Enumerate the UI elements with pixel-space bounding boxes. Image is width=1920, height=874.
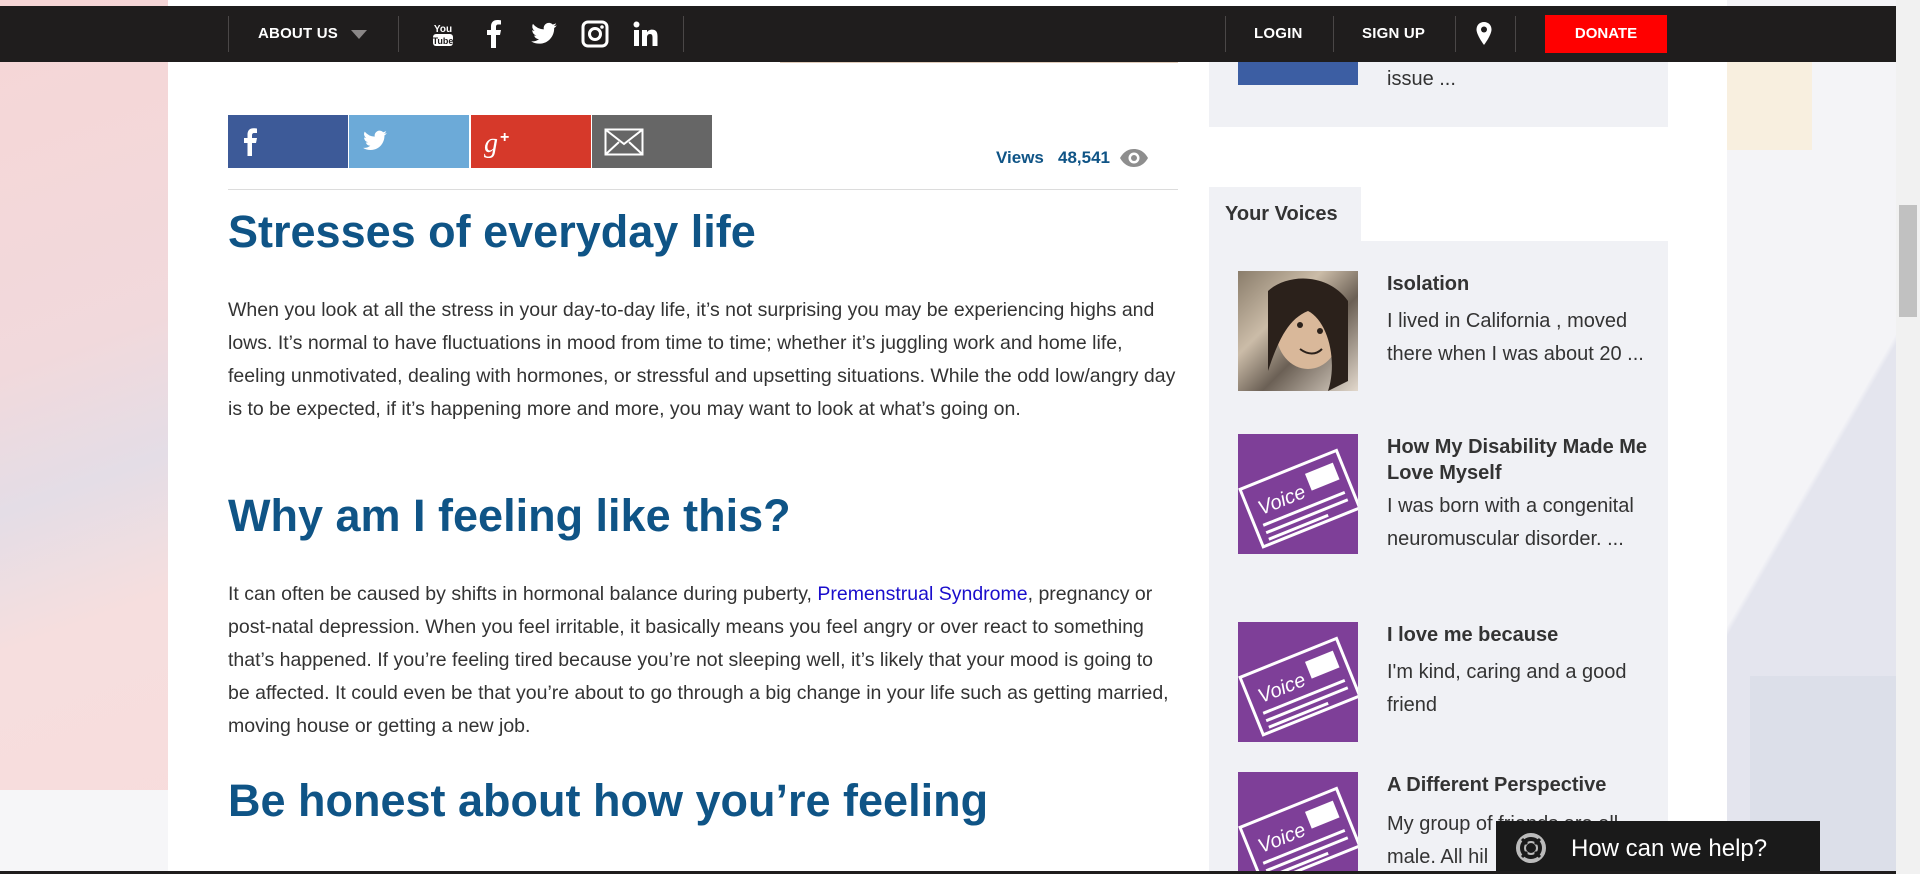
views-count: 48,541	[1058, 148, 1110, 167]
article-paragraph: It can often be caused by shifts in horm…	[228, 578, 1178, 743]
article-heading-honest: Be honest about how you’re feeling	[228, 775, 989, 826]
article-paragraph: When you look at all the stress in your …	[228, 299, 1176, 420]
paragraph-text: It can often be caused by shifts in horm…	[228, 583, 818, 605]
twitter-share-button[interactable]	[349, 115, 469, 168]
svg-text:Voice: Voice	[1255, 669, 1309, 708]
paragraph-text: , pregnancy or post-natal depression. Wh…	[228, 583, 1169, 737]
article-heading-why: Why am I feeling like this?	[228, 490, 791, 541]
decorative-left-panel	[0, 0, 168, 874]
nav-divider	[1333, 16, 1334, 52]
premenstrual-syndrome-link[interactable]: Premenstrual Syndrome	[817, 583, 1027, 605]
facebook-share-button[interactable]	[228, 115, 348, 168]
linkedin-icon[interactable]	[632, 20, 660, 48]
svg-text:Voice: Voice	[1255, 481, 1309, 520]
voice-photo-thumbnail[interactable]	[1238, 271, 1358, 391]
nav-divider	[228, 16, 229, 52]
svg-text:Tube: Tube	[433, 36, 454, 46]
location-pin-icon[interactable]	[1470, 20, 1498, 48]
twitter-icon[interactable]	[530, 20, 558, 48]
nav-divider	[1455, 16, 1456, 52]
scrollbar-track[interactable]	[1896, 0, 1920, 874]
svg-text:g: g	[484, 128, 498, 158]
google-plus-share-button[interactable]: g +	[471, 115, 591, 168]
your-voices-tab[interactable]: Your Voices	[1209, 187, 1361, 242]
nav-divider	[683, 16, 684, 52]
voice-title[interactable]: A Different Perspective	[1387, 772, 1657, 798]
google-plus-icon: g +	[484, 128, 509, 158]
login-link[interactable]: LOGIN	[1254, 6, 1303, 62]
chevron-down-icon[interactable]	[351, 30, 367, 39]
instagram-icon[interactable]	[581, 20, 609, 48]
svg-text:Voice: Voice	[1255, 819, 1309, 858]
views-label: Views	[996, 148, 1044, 167]
svg-text:+: +	[500, 129, 509, 146]
facebook-icon[interactable]	[480, 20, 508, 48]
voice-title[interactable]: I love me because	[1387, 622, 1657, 648]
eye-icon	[1120, 149, 1148, 167]
signup-link[interactable]: SIGN UP	[1362, 6, 1425, 62]
newspaper-voice-icon[interactable]: Voice	[1238, 622, 1358, 742]
help-label: How can we help?	[1571, 835, 1768, 862]
newspaper-voice-icon[interactable]: Voice	[1238, 772, 1358, 874]
email-share-button[interactable]	[592, 115, 712, 168]
voice-excerpt: I was born with a congenital neuromuscul…	[1387, 495, 1634, 550]
svg-text:You: You	[434, 24, 452, 35]
voice-title[interactable]: How My Disability Made Me Love Myself	[1387, 434, 1657, 486]
donate-button[interactable]: DONATE	[1545, 15, 1667, 53]
twitter-icon	[363, 130, 387, 150]
sidebar-previous-thumb[interactable]	[1238, 60, 1358, 85]
article-heading-stresses: Stresses of everyday life	[228, 206, 756, 257]
nav-divider	[1225, 16, 1226, 52]
voice-excerpt: I lived in California , moved there when…	[1387, 310, 1644, 365]
scrollbar-thumb[interactable]	[1899, 205, 1917, 317]
about-us-menu[interactable]: ABOUT US	[258, 6, 338, 62]
top-navigation: ABOUT US You Tube LOGIN SIGN UP DONATE	[0, 6, 1896, 62]
nav-divider	[398, 16, 399, 52]
newspaper-voice-icon[interactable]: Voice	[1238, 434, 1358, 554]
voice-title[interactable]: Isolation	[1387, 271, 1657, 297]
help-chat-widget[interactable]: How can we help?	[1496, 821, 1820, 874]
envelope-icon	[604, 128, 644, 156]
divider	[228, 189, 1178, 190]
sidebar-previous-snippet: issue ...	[1387, 68, 1456, 90]
nav-divider	[1515, 16, 1516, 52]
decorative-left-bottom	[0, 790, 168, 874]
voice-excerpt: I'm kind, caring and a good friend	[1387, 661, 1627, 716]
decorative-right-tan-block	[1727, 62, 1812, 150]
lifebuoy-icon	[1516, 833, 1546, 863]
youtube-icon[interactable]: You Tube	[429, 20, 457, 48]
facebook-icon	[244, 128, 257, 156]
